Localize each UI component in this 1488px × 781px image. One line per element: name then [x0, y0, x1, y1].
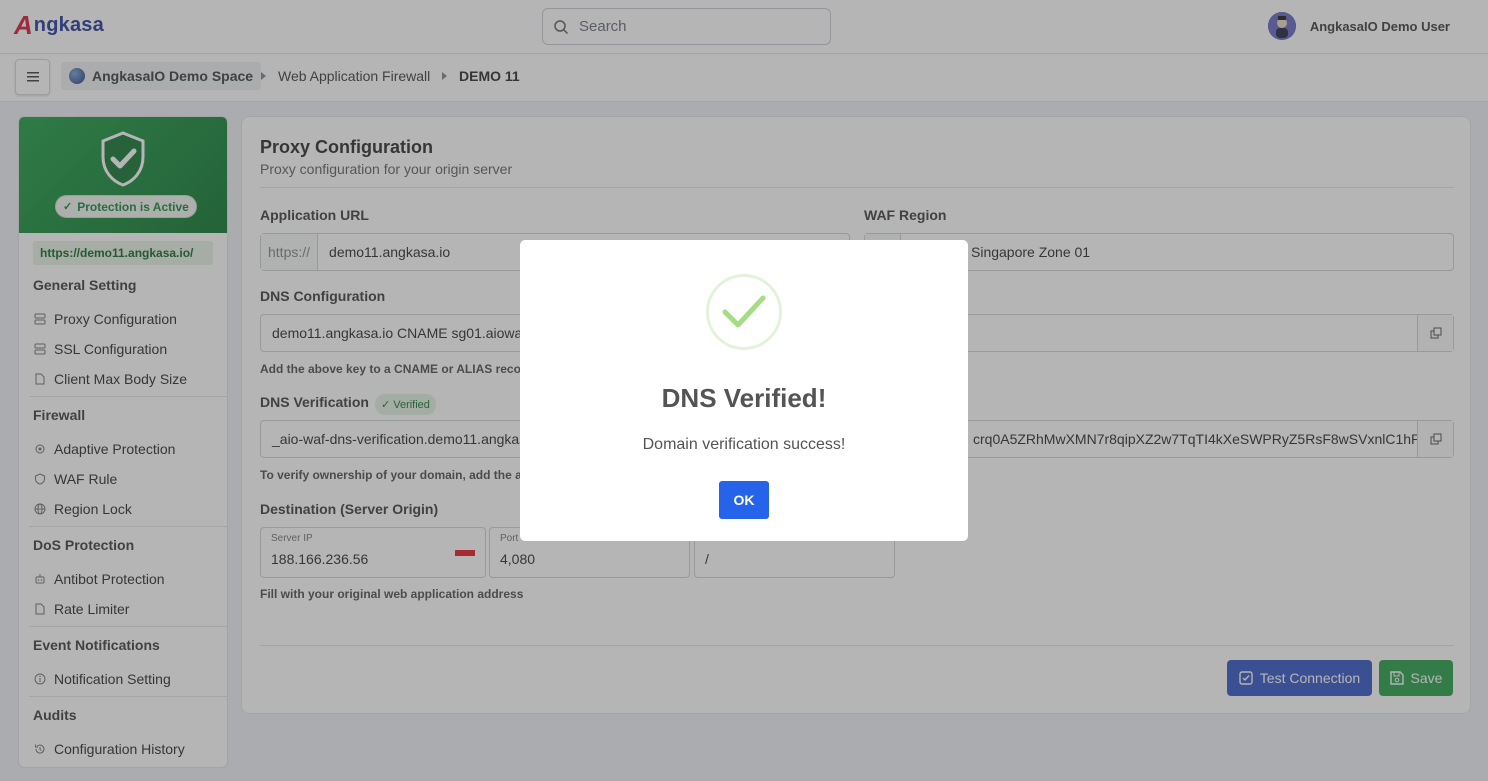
success-check-icon: [706, 274, 782, 350]
dialog-message: Domain verification success!: [642, 436, 846, 453]
success-dialog: DNS Verified! Domain verification succes…: [520, 240, 968, 541]
dialog-title: DNS Verified!: [661, 383, 827, 413]
ok-button[interactable]: OK: [719, 481, 769, 519]
